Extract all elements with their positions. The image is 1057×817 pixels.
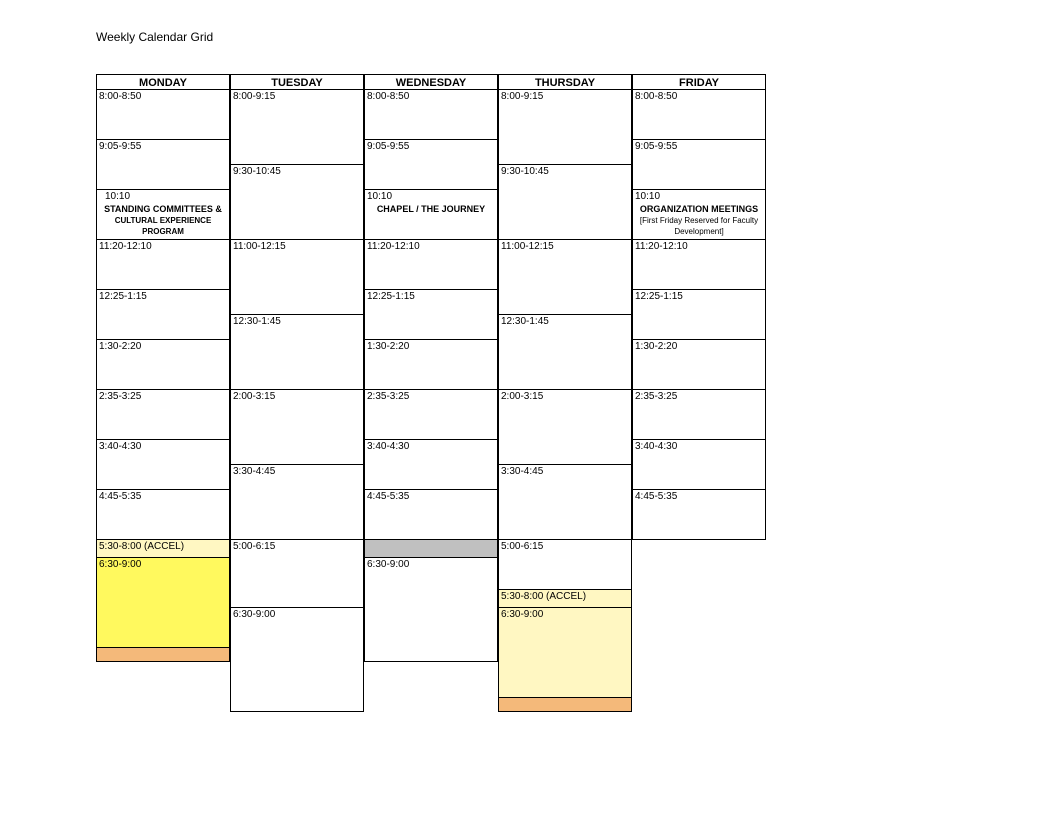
header-friday: FRIDAY [632,74,766,90]
slot-gray [364,540,498,558]
col-monday: MONDAY 8:00-8:50 9:05-9:55 10:10 STANDIN… [96,74,230,662]
slot-footer [498,698,632,712]
slot: 8:00-8:50 [632,90,766,140]
slot: 5:00-6:15 [498,540,632,590]
slot: 1:30-2:20 [364,340,498,390]
slot: 11:00-12:15 [230,240,364,315]
slot: 2:00-3:15 [230,390,364,465]
header-wednesday: WEDNESDAY [364,74,498,90]
header-tuesday: TUESDAY [230,74,364,90]
slot: 2:00-3:15 [498,390,632,465]
header-monday: MONDAY [96,74,230,90]
slot: 10:10 CHAPEL / THE JOURNEY [364,190,498,240]
slot: 11:20-12:10 [364,240,498,290]
slot: 9:30-10:45 [498,165,632,240]
slot-evening: 6:30-9:00 [498,608,632,698]
calendar-grid: MONDAY 8:00-8:50 9:05-9:55 10:10 STANDIN… [96,74,766,774]
slot: 3:30-4:45 [230,465,364,540]
slot: 12:25-1:15 [364,290,498,340]
slot: 8:00-9:15 [498,90,632,165]
slot-evening: 6:30-9:00 [96,558,230,648]
page: Weekly Calendar Grid MONDAY 8:00-8:50 9:… [0,0,996,814]
col-tuesday: TUESDAY 8:00-9:15 9:30-10:45 11:00-12:15… [230,74,364,712]
slot: 3:40-4:30 [96,440,230,490]
slot: 9:30-10:45 [230,165,364,240]
slot: 5:00-6:15 [230,540,364,608]
slot: 4:45-5:35 [96,490,230,540]
col-friday: FRIDAY 8:00-8:50 9:05-9:55 10:10 ORGANIZ… [632,74,766,540]
slot: 1:30-2:20 [96,340,230,390]
slot: 4:45-5:35 [364,490,498,540]
slot-evening: 6:30-9:00 [230,608,364,712]
slot-accel: 5:30-8:00 (ACCEL) [498,590,632,608]
slot: 8:00-8:50 [96,90,230,140]
slot: 8:00-8:50 [364,90,498,140]
slot-footer [96,648,230,662]
slot: 9:05-9:55 [632,140,766,190]
slot: 12:25-1:15 [632,290,766,340]
slot: 3:30-4:45 [498,465,632,540]
slot: 12:25-1:15 [96,290,230,340]
slot: 10:10 ORGANIZATION MEETINGS [First Frida… [632,190,766,240]
col-wednesday: WEDNESDAY 8:00-8:50 9:05-9:55 10:10 CHAP… [364,74,498,662]
slot: 4:45-5:35 [632,490,766,540]
page-title: Weekly Calendar Grid [96,30,996,44]
header-thursday: THURSDAY [498,74,632,90]
col-thursday: THURSDAY 8:00-9:15 9:30-10:45 11:00-12:1… [498,74,632,712]
slot: 9:05-9:55 [364,140,498,190]
slot: 11:20-12:10 [632,240,766,290]
slot: 2:35-3:25 [364,390,498,440]
slot: 12:30-1:45 [498,315,632,390]
slot: 3:40-4:30 [632,440,766,490]
slot-accel: 5:30-8:00 (ACCEL) [96,540,230,558]
slot: 11:00-12:15 [498,240,632,315]
slot: 2:35-3:25 [632,390,766,440]
slot: 3:40-4:30 [364,440,498,490]
slot-evening: 6:30-9:00 [364,558,498,662]
slot: 10:10 STANDING COMMITTEES & CULTURAL EXP… [96,190,230,240]
slot: 9:05-9:55 [96,140,230,190]
slot: 2:35-3:25 [96,390,230,440]
slot: 1:30-2:20 [632,340,766,390]
slot: 12:30-1:45 [230,315,364,390]
slot: 8:00-9:15 [230,90,364,165]
slot: 11:20-12:10 [96,240,230,290]
